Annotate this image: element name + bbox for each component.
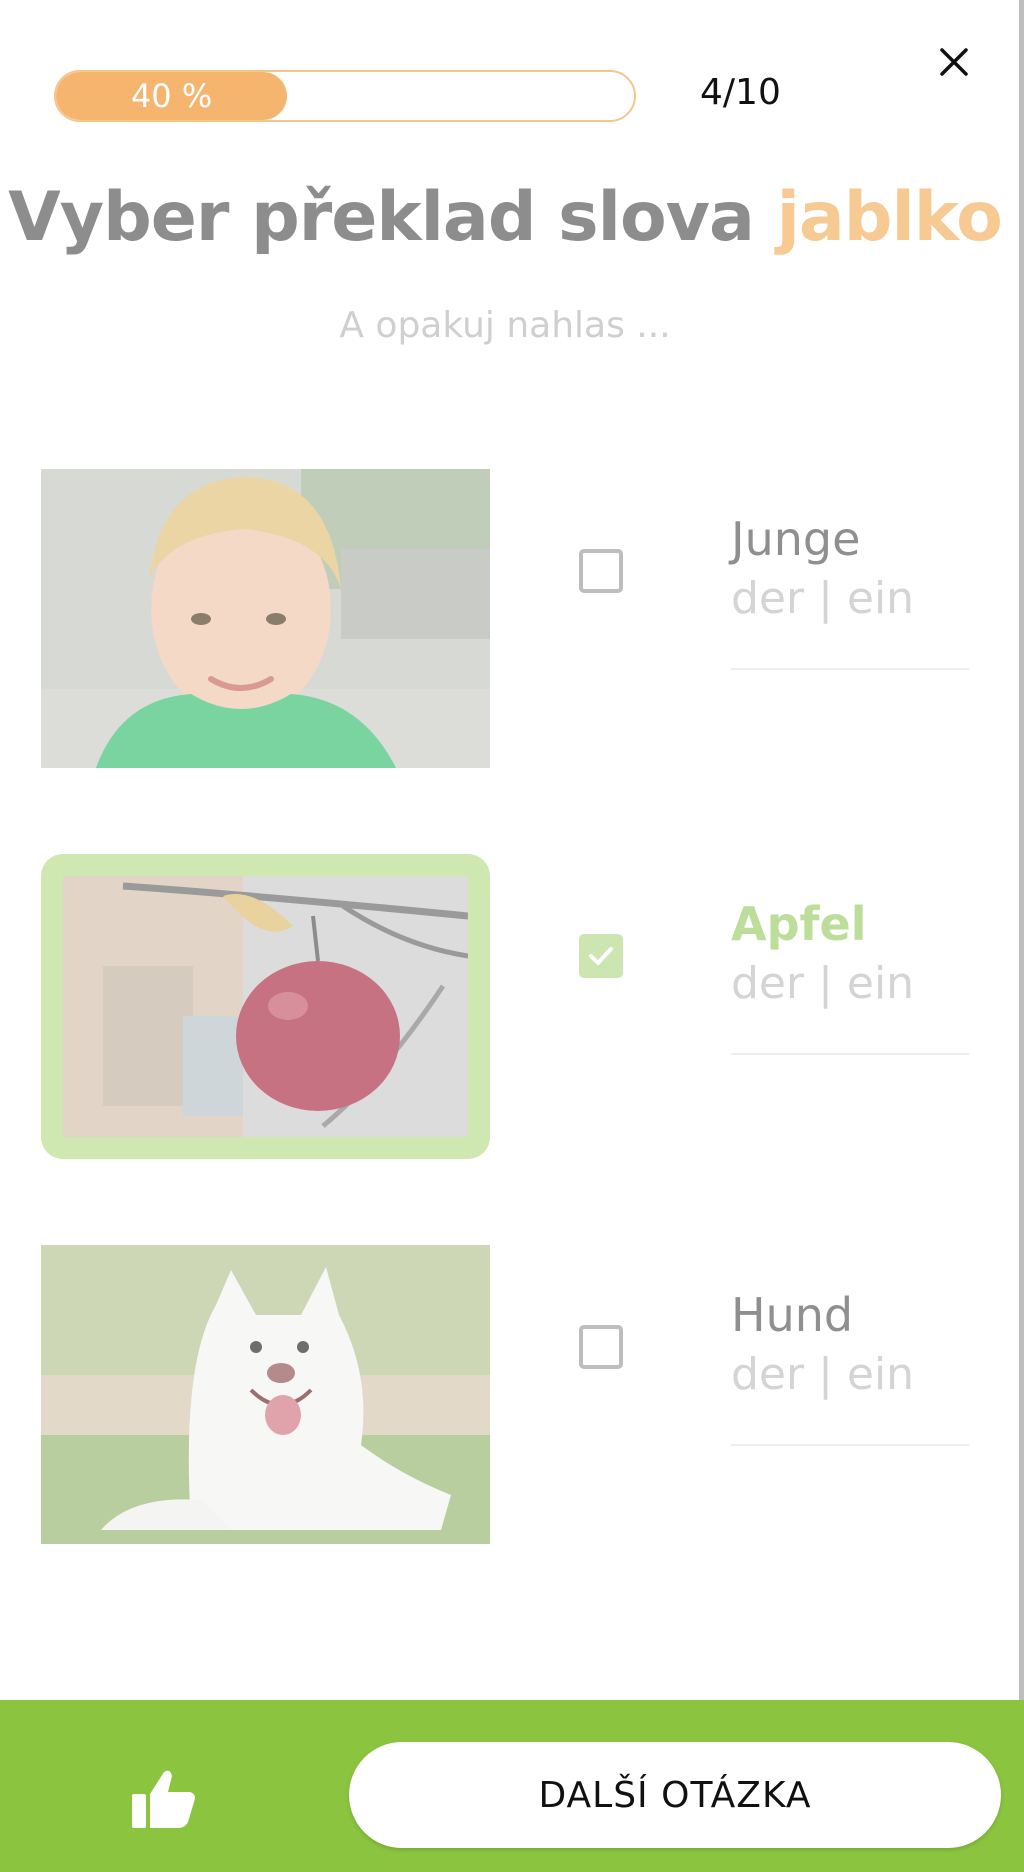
page-title: Vyber překlad slova jablko: [0, 178, 1010, 257]
answer-option-junge[interactable]: Junge der | ein: [0, 468, 1010, 778]
target-word: jablko: [776, 178, 1003, 257]
progress-bar: 40 %: [54, 70, 636, 122]
question-counter: 4/10: [700, 72, 781, 113]
window-edge: [1019, 0, 1024, 1700]
close-icon: [940, 48, 968, 76]
apple-photo: [41, 854, 490, 1159]
checkmark-icon: [589, 947, 613, 965]
divider: [731, 668, 969, 670]
answer-article: der | ein: [731, 573, 915, 624]
dog-photo: [41, 1245, 490, 1544]
answer-word: Hund: [731, 1288, 854, 1342]
divider: [731, 1444, 969, 1446]
progress-fill: 40 %: [56, 72, 288, 120]
answer-checkbox[interactable]: [579, 934, 623, 978]
answer-article: der | ein: [731, 1349, 915, 1400]
next-question-label: DALŠÍ OTÁZKA: [538, 1774, 812, 1816]
answer-checkbox[interactable]: [579, 549, 623, 593]
answer-checkbox[interactable]: [579, 1325, 623, 1369]
next-question-button[interactable]: DALŠÍ OTÁZKA: [349, 1742, 1001, 1848]
answer-option-apfel[interactable]: Apfel der | ein: [0, 853, 1010, 1163]
divider: [731, 1053, 969, 1055]
subtitle: A opakuj nahlas ...: [339, 305, 671, 346]
thumbs-up-icon: [132, 1770, 195, 1828]
progress-percent-label: 40 %: [130, 77, 213, 115]
answer-word: Apfel: [731, 897, 867, 951]
thumbs-up-button[interactable]: [130, 1768, 198, 1830]
answer-article: der | ein: [731, 958, 915, 1009]
title-prefix: Vyber překlad slova: [8, 178, 755, 257]
answer-word: Junge: [731, 512, 861, 566]
boy-photo: [41, 469, 490, 768]
answer-option-hund[interactable]: Hund der | ein: [0, 1244, 1010, 1554]
close-button[interactable]: [936, 44, 972, 80]
